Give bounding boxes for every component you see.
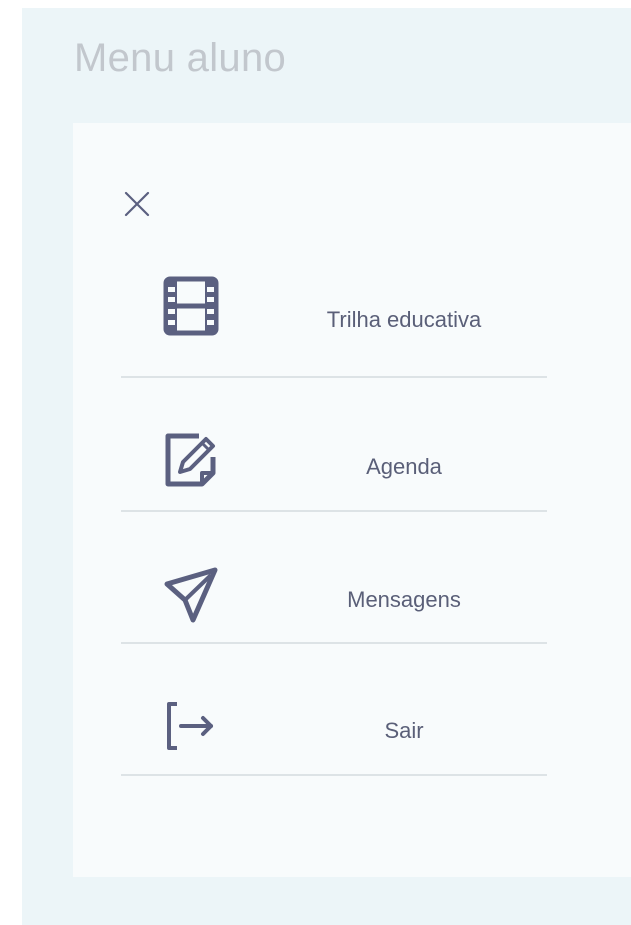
close-button[interactable] [123,190,151,218]
menu-item-agenda[interactable]: Agenda [121,378,547,512]
menu-item-mensagens[interactable]: Mensagens [121,512,547,644]
menu-item-trilha-educativa[interactable]: Trilha educativa [121,263,547,378]
menu-item-label: Trilha educativa [326,307,482,332]
close-icon [124,191,150,217]
film-icon [163,276,219,336]
menu-panel: Trilha educativa Agenda Mensagens Sair [73,123,631,877]
menu-item-label: Agenda [366,454,442,479]
send-icon [164,567,218,623]
menu-item-label: Sair [384,718,424,743]
logout-icon [167,702,213,750]
edit-icon [165,433,216,487]
page-title: Menu aluno [74,36,287,80]
menu-item-sair[interactable]: Sair [121,644,547,776]
menu-item-label: Mensagens [347,587,461,612]
menu-container: Menu aluno Trilha educativa Agenda Mensa… [22,8,631,925]
menu-list: Trilha educativa Agenda Mensagens Sair [121,263,547,776]
